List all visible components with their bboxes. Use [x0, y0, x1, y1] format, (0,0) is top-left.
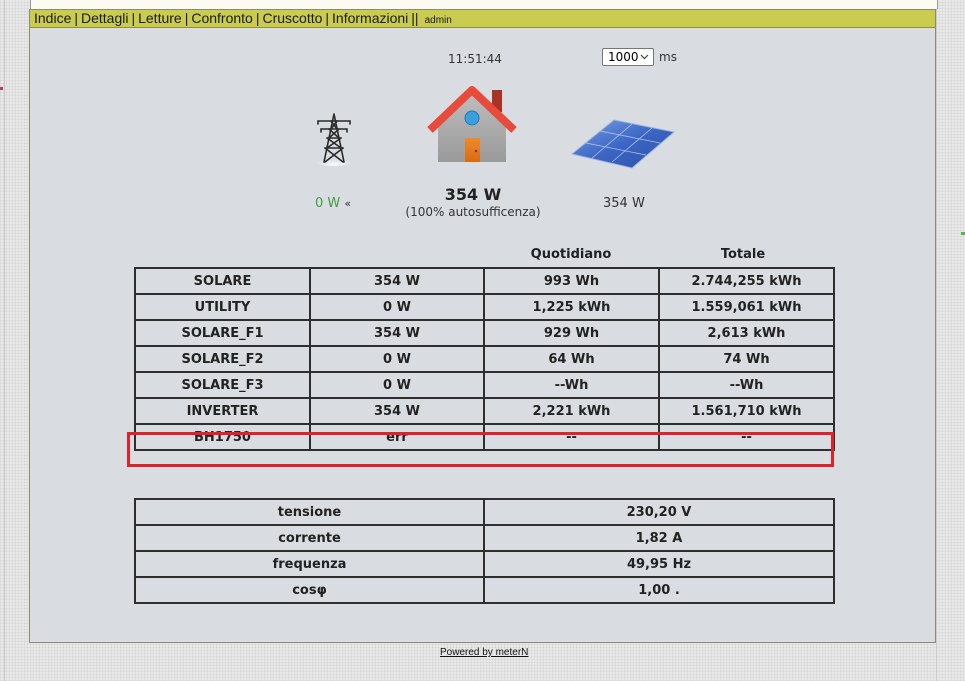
power-pylon-icon — [314, 113, 354, 166]
meter-total-cell: 2.744,255 kWh — [658, 267, 835, 295]
meter-total-cell: 2,613 kWh — [658, 319, 835, 347]
nav-separator: | — [74, 10, 78, 26]
electrical-label-cell: frequenza — [134, 550, 485, 578]
nav-informazioni[interactable]: Informazioni — [332, 10, 408, 26]
meter-power-cell: 0 W — [309, 293, 485, 321]
meter-power-cell: 354 W — [309, 397, 485, 425]
table-row: INVERTER 354 W 2,221 kWh 1.561,710 kWh — [134, 397, 835, 425]
electrical-value-cell: 1,00 . — [483, 576, 835, 604]
house-icon — [427, 86, 517, 162]
table-row: SOLARE_F3 0 W --Wh --Wh — [134, 371, 835, 399]
meter-total-cell: 74 Wh — [658, 345, 835, 373]
meter-power-cell: 354 W — [309, 267, 485, 295]
table-row: UTILITY 0 W 1,225 kWh 1.559,061 kWh — [134, 293, 835, 321]
nav-separator: | — [131, 10, 136, 26]
footer-link[interactable]: Powered by meterN — [440, 647, 528, 658]
meter-name-cell: SOLARE_F1 — [134, 319, 311, 347]
self-sufficiency-label: (100% autosufficenza) — [405, 205, 541, 219]
clock: 11:51:44 — [448, 52, 502, 66]
meter-name-cell: SOLARE_F2 — [134, 345, 311, 373]
left-border-line — [4, 0, 5, 681]
top-strip — [30, 0, 938, 9]
table-row: SOLARE 354 W 993 Wh 2.744,255 kWh — [134, 267, 835, 295]
flow-arrow-icon: « — [344, 197, 352, 210]
table-row: SOLARE_F1 354 W 929 Wh 2,613 kWh — [134, 319, 835, 347]
table-row: frequenza 49,95 Hz — [134, 550, 835, 578]
table-row: tensione 230,20 V — [134, 498, 835, 526]
meter-daily-cell: 929 Wh — [483, 319, 660, 347]
electrical-table: tensione 230,20 Vcorrente 1,82 Afrequenza 4… — [134, 498, 835, 604]
meter-power-cell: 0 W — [309, 371, 485, 399]
meter-name-cell: UTILITY — [134, 293, 311, 321]
meter-name-cell: INVERTER — [134, 397, 311, 425]
electrical-value-cell: 49,95 Hz — [483, 550, 835, 578]
nav-letture[interactable]: Letture — [138, 10, 182, 26]
meter-total-cell: --Wh — [658, 371, 835, 399]
nav-separator: | — [184, 10, 189, 26]
electrical-value-cell: 1,82 A — [483, 524, 835, 552]
solar-power-value: 354 W — [603, 196, 645, 211]
chevron-down-icon — [640, 54, 649, 60]
solar-panel-icon — [570, 119, 676, 169]
meter-name-cell: SOLARE — [134, 267, 311, 295]
meter-total-cell: 1.559,061 kWh — [658, 293, 835, 321]
meter-daily-cell: 993 Wh — [483, 267, 660, 295]
table-row: corrente 1,82 A — [134, 524, 835, 552]
meter-daily-cell: --Wh — [483, 371, 660, 399]
meter-daily-cell: 1,225 kWh — [483, 293, 660, 321]
column-header-daily: Quotidiano — [530, 247, 612, 262]
meter-total-cell: 1.561,710 kWh — [658, 397, 835, 425]
left-tick — [0, 87, 3, 90]
meter-daily-cell: 2,221 kWh — [483, 397, 660, 425]
meter-power-cell: 0 W — [309, 345, 485, 373]
column-header-total: Totale — [720, 247, 766, 262]
electrical-label-cell: tensione — [134, 498, 485, 526]
grid-power-value: 0 W « — [315, 196, 351, 211]
right-tick — [961, 232, 965, 235]
nav-dettagli[interactable]: Dettagli — [81, 10, 128, 26]
nav-cruscotto[interactable]: Cruscotto — [262, 10, 322, 26]
meter-power-cell: 354 W — [309, 319, 485, 347]
nav-indice[interactable]: Indice — [34, 10, 71, 26]
nav-confronto[interactable]: Confronto — [191, 10, 252, 26]
electrical-label-cell: cosφ — [134, 576, 485, 604]
nav-double-separator: || — [411, 10, 419, 26]
refresh-unit: ms — [659, 50, 677, 64]
table-row: SOLARE_F2 0 W 64 Wh 74 Wh — [134, 345, 835, 373]
refresh-rate-value: 1000 — [608, 50, 639, 64]
electrical-value-cell: 230,20 V — [483, 498, 835, 526]
refresh-control: 1000 ms — [602, 48, 677, 66]
highlight-box — [127, 432, 834, 467]
meter-daily-cell: 64 Wh — [483, 345, 660, 373]
main-container: Indice | Dettagli | Letture | Confronto | Crusco… — [29, 9, 936, 643]
nav-bar: Indice | Dettagli | Letture | Confronto | Crusco… — [30, 10, 935, 28]
table-row: cosφ 1,00 . — [134, 576, 835, 604]
electrical-label-cell: corrente — [134, 524, 485, 552]
meter-name-cell: SOLARE_F3 — [134, 371, 311, 399]
nav-separator: | — [325, 10, 330, 26]
house-power-value: 354 W — [444, 185, 502, 204]
house-consumption: 354 W (100% autosufficenza) — [390, 185, 556, 219]
right-border-line — [936, 0, 937, 681]
grid-power-text: 0 W — [315, 196, 341, 211]
meters-table: SOLARE 354 W 993 Wh 2.744,255 kWh UTILITY 0 W… — [134, 267, 835, 451]
nav-user: admin — [424, 15, 452, 26]
refresh-rate-select[interactable]: 1000 — [602, 48, 654, 66]
